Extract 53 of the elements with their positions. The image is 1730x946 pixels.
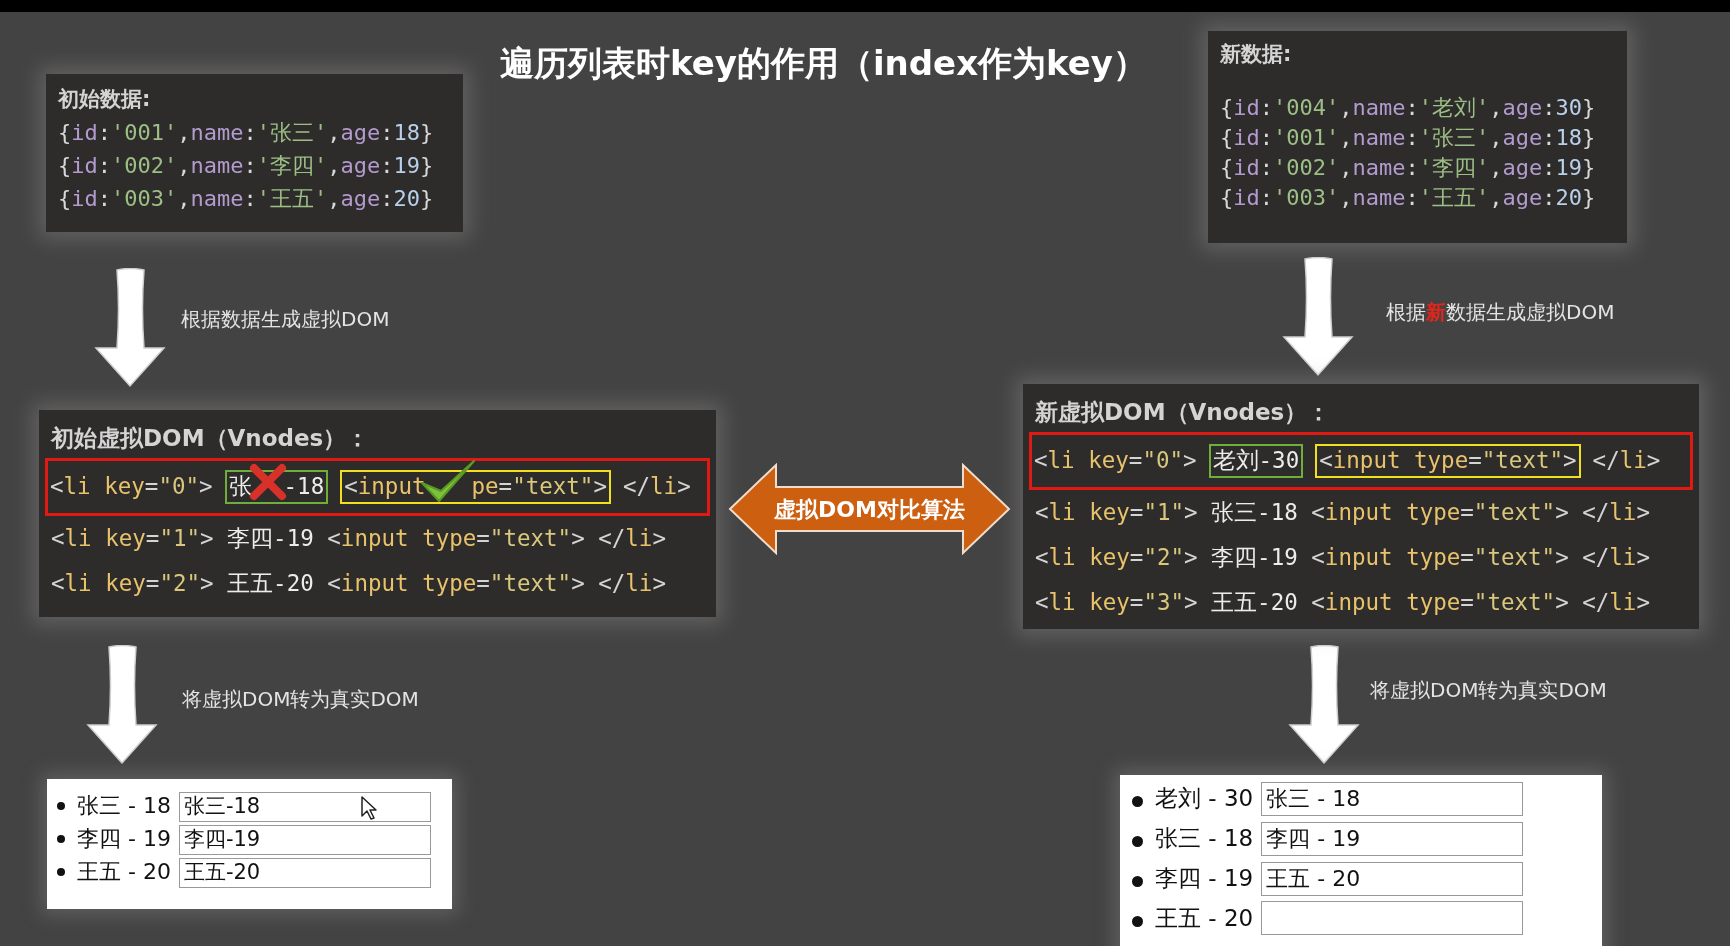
code-line: {id:'003',name:'王五',age:20}: [58, 185, 435, 213]
text-field[interactable]: 张三-18: [178, 791, 431, 822]
item-label: 张三 - 18: [1155, 823, 1254, 853]
code-line: <li key="2"> 王五-20 <input type="text"> </li>: [50, 569, 667, 598]
slide-title: 遍历列表时key的作用（index作为key）: [500, 42, 1148, 85]
text-field[interactable]: [1261, 901, 1524, 936]
bullet-icon: [57, 801, 65, 810]
bullet-icon: [57, 834, 65, 843]
code-line: {id:'002',name:'李四',age:19}: [58, 152, 435, 180]
text-field[interactable]: 李四 - 19: [1261, 821, 1524, 856]
code-text: <li key="0">: [1034, 446, 1197, 476]
panel-title: 新虚拟DOM（Vnodes）：: [1034, 398, 1332, 427]
code-text: pe="text">: [471, 472, 607, 502]
item-label: 王五 - 20: [1155, 903, 1254, 933]
code-line: {id:'001',name:'张三',age:18}: [1220, 124, 1597, 152]
code-line: {id:'003',name:'王五',age:20}: [1220, 184, 1597, 212]
bullet-icon: [1132, 915, 1143, 927]
panel-title: 初始虚拟DOM（Vnodes）：: [49, 424, 371, 453]
code-text: 张: [228, 472, 252, 502]
arrow-label: 虚拟DOM对比算法: [773, 496, 966, 524]
code-text: -18: [283, 472, 325, 502]
step-label: 将虚拟DOM转为真实DOM: [182, 686, 419, 713]
panel-title: 初始数据:: [58, 86, 152, 113]
step-label: 根据数据生成虚拟DOM: [181, 306, 390, 333]
step-label: 将虚拟DOM转为真实DOM: [1370, 677, 1607, 704]
item-label: 李四 - 19: [77, 825, 171, 853]
text-field[interactable]: 王五 - 20: [1261, 861, 1524, 896]
code-text: <li key="0">: [50, 472, 213, 502]
input-highlight: <input type="text">: [1315, 444, 1581, 478]
bullet-icon: [1132, 795, 1143, 807]
item-label: 王五 - 20: [77, 858, 171, 886]
code-line: {id:'004',name:'老刘',age:30}: [1220, 94, 1597, 122]
code-line: {id:'002',name:'李四',age:19}: [1220, 154, 1597, 182]
panel-title: 新数据:: [1220, 41, 1293, 68]
name-highlight: 老刘-30: [1208, 444, 1304, 478]
item-label: 李四 - 19: [1155, 863, 1254, 893]
bullet-icon: [57, 867, 65, 876]
text-field[interactable]: 张三 - 18: [1261, 781, 1524, 816]
code-line: {id:'001',name:'张三',age:18}: [58, 119, 435, 147]
item-label: 张三 - 18: [77, 792, 171, 820]
text-field[interactable]: 王五-20: [178, 857, 431, 888]
code-line: <li key="3"> 王五-20 <input type="text"> </li>: [1034, 588, 1651, 617]
item-label: 老刘 - 30: [1155, 783, 1254, 813]
code-line: <li key="1"> 李四-19 <input type="text"> </li>: [50, 524, 667, 553]
code-text: <input: [344, 472, 426, 502]
code-line: <li key="1"> 张三-18 <input type="text"> </li>: [1034, 498, 1651, 527]
step-label: 根据新数据生成虚拟DOM: [1386, 299, 1615, 326]
code-text: </li>: [1592, 446, 1661, 476]
code-text: </li>: [622, 472, 691, 502]
bullet-icon: [1132, 875, 1143, 887]
code-line: <li key="2"> 李四-19 <input type="text"> </li>: [1034, 543, 1651, 572]
bullet-icon: [1132, 835, 1143, 847]
text-field[interactable]: 李四-19: [178, 824, 431, 855]
